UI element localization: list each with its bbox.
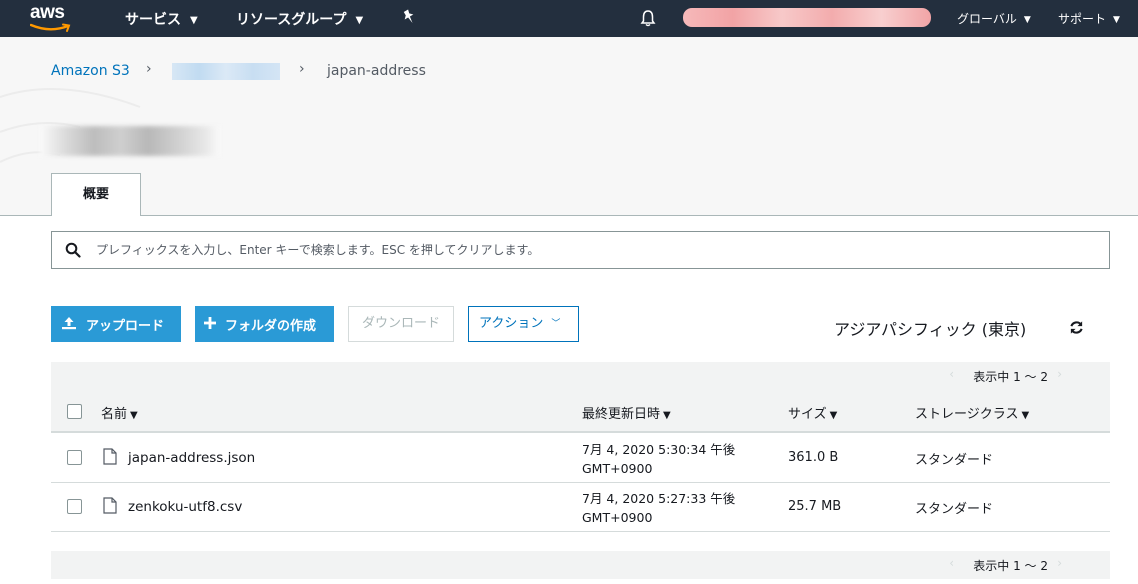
last-modified-timezone: GMT+0900 <box>582 510 653 525</box>
select-all-checkbox[interactable] <box>67 404 82 419</box>
upload-button-label: アップロード <box>86 317 165 333</box>
table-row[interactable]: zenkoku-utf8.csv 7月 4, 2020 5:27:33 午後 GM… <box>51 483 1110 532</box>
page-title-redacted <box>40 126 220 156</box>
actions-button-label: アクション <box>479 316 544 331</box>
breadcrumb-separator-icon: › <box>299 61 305 77</box>
sort-caret-icon: ▼ <box>130 410 138 421</box>
chevron-down-icon: ▼ <box>190 15 198 26</box>
column-header-name[interactable]: 名前 ▼ <box>101 403 138 422</box>
column-header-name-label: 名前 <box>101 407 128 422</box>
storage-class: スタンダード <box>915 502 994 517</box>
last-modified-date: 7月 4, 2020 5:27:33 午後 <box>582 491 736 506</box>
download-button[interactable]: ダウンロード <box>348 306 454 342</box>
create-folder-button-label: フォルダの作成 <box>225 317 317 333</box>
last-modified-timezone: GMT+0900 <box>582 461 653 476</box>
actions-dropdown-button[interactable]: アクション ﹀ <box>468 306 579 342</box>
file-icon <box>103 448 117 469</box>
aws-logo-text: aws <box>30 2 65 23</box>
column-header-modified[interactable]: 最終更新日時 ▼ <box>582 403 671 422</box>
chevron-left-icon[interactable]: ‹ <box>949 367 954 381</box>
row-checkbox[interactable] <box>67 499 82 514</box>
last-modified: 7月 4, 2020 5:30:34 午後 GMT+0900 <box>582 440 735 478</box>
file-size: 25.7 MB <box>788 499 842 514</box>
top-navigation-bar: aws サービス ▼ リソースグループ ▼ グローバル ▼ サポート ▼ <box>0 0 1138 37</box>
table-header: 名前 ▼ 最終更新日時 ▼ サイズ ▼ ストレージクラス ▼ <box>51 390 1110 433</box>
chevron-left-icon[interactable]: ‹ <box>949 556 954 570</box>
aws-logo[interactable]: aws <box>30 2 72 33</box>
column-header-size-label: サイズ <box>788 407 827 422</box>
table-row[interactable]: japan-address.json 7月 4, 2020 5:30:34 午後… <box>51 434 1110 483</box>
account-menu-redacted[interactable] <box>683 8 931 27</box>
plus-icon <box>204 316 216 332</box>
file-size: 361.0 B <box>788 450 839 465</box>
region-label: アジアパシフィック (東京) <box>834 320 1027 339</box>
services-menu-label: サービス <box>125 12 181 28</box>
pagination-bottom: ‹ 表示中 1 〜 2 › <box>51 551 1110 579</box>
file-name-link[interactable]: japan-address.json <box>128 450 255 466</box>
breadcrumb-bucket-link-redacted[interactable] <box>172 63 280 80</box>
breadcrumb-amazon-s3-link[interactable]: Amazon S3 <box>51 63 130 79</box>
upload-icon <box>61 316 77 333</box>
column-header-size[interactable]: サイズ ▼ <box>788 403 837 422</box>
tab-divider <box>0 215 1138 216</box>
prefix-search-input[interactable] <box>96 240 1096 260</box>
last-modified: 7月 4, 2020 5:27:33 午後 GMT+0900 <box>582 489 735 527</box>
prefix-search-box[interactable] <box>51 231 1110 269</box>
create-folder-button[interactable]: フォルダの作成 <box>195 306 334 342</box>
resource-groups-menu-label: リソースグループ <box>236 12 347 28</box>
support-menu-label: サポート <box>1058 12 1107 26</box>
global-region-menu-label: グローバル <box>957 12 1017 26</box>
sort-caret-icon: ▼ <box>663 410 671 421</box>
aws-smile-icon <box>30 23 71 32</box>
last-modified-date: 7月 4, 2020 5:30:34 午後 <box>582 442 736 457</box>
storage-class: スタンダード <box>915 453 994 468</box>
support-menu[interactable]: サポート ▼ <box>1058 10 1120 27</box>
column-header-storage-class[interactable]: ストレージクラス ▼ <box>915 403 1029 422</box>
pagination-top: ‹ 表示中 1 〜 2 › <box>51 362 1110 390</box>
pagination-status: 表示中 1 〜 2 <box>973 370 1048 384</box>
bell-icon[interactable] <box>640 9 656 31</box>
column-header-storage-class-label: ストレージクラス <box>915 407 1019 422</box>
row-checkbox[interactable] <box>67 450 82 465</box>
refresh-icon[interactable] <box>1069 320 1084 339</box>
file-icon <box>103 497 117 518</box>
breadcrumb-current: japan-address <box>327 63 426 79</box>
chevron-right-icon[interactable]: › <box>1057 367 1062 381</box>
column-header-modified-label: 最終更新日時 <box>582 407 661 422</box>
tab-active-gap <box>52 215 140 216</box>
pagination-status: 表示中 1 〜 2 <box>973 559 1048 573</box>
sort-caret-icon: ▼ <box>1021 410 1030 421</box>
chevron-down-icon: ﹀ <box>551 319 561 329</box>
upload-button[interactable]: アップロード <box>51 306 181 342</box>
breadcrumb-separator-icon: › <box>146 61 152 77</box>
chevron-down-icon: ▼ <box>355 15 364 26</box>
chevron-right-icon[interactable]: › <box>1057 556 1062 570</box>
search-icon <box>65 242 81 262</box>
global-region-menu[interactable]: グローバル ▼ <box>957 10 1031 27</box>
resource-groups-menu[interactable]: リソースグループ ▼ <box>236 9 363 29</box>
sort-caret-icon: ▼ <box>829 410 838 421</box>
services-menu[interactable]: サービス ▼ <box>125 9 198 29</box>
tab-overview[interactable]: 概要 <box>51 173 141 216</box>
chevron-down-icon: ▼ <box>1023 15 1031 25</box>
chevron-down-icon: ▼ <box>1113 15 1120 25</box>
pin-icon[interactable] <box>402 9 416 29</box>
file-name-link[interactable]: zenkoku-utf8.csv <box>128 499 242 515</box>
